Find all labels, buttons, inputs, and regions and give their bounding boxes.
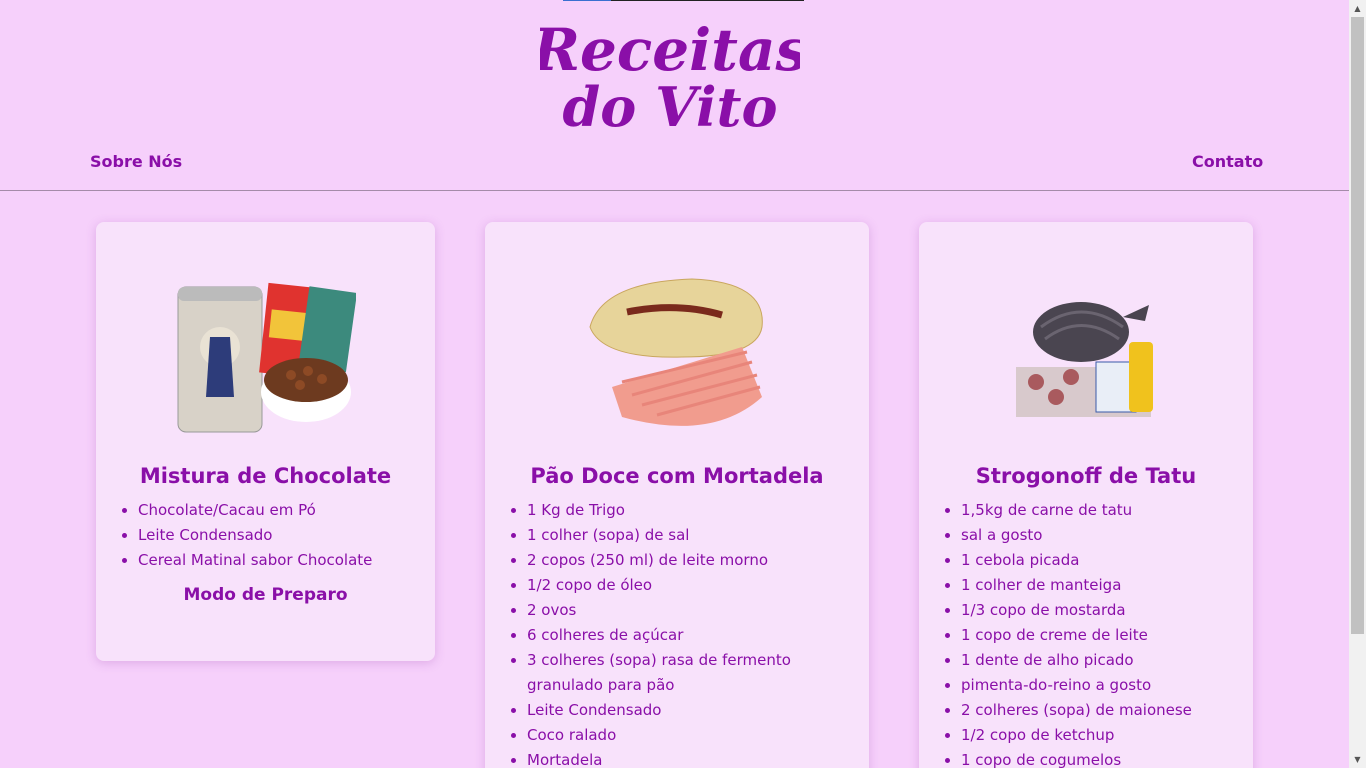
ingredient-list: 1,5kg de carne de tatu sal a gosto 1 ceb… <box>961 498 1246 768</box>
recipe-title: Strogonoff de Tatu <box>975 464 1197 488</box>
page-scrollbar[interactable]: ▲ ▼ <box>1349 0 1366 768</box>
nav-contact-link[interactable]: Contato <box>1192 152 1263 171</box>
scroll-down-arrow-icon[interactable]: ▼ <box>1349 751 1366 768</box>
method-heading[interactable]: Modo de Preparo <box>96 585 435 605</box>
svg-text:Receitas: Receitas <box>540 16 800 84</box>
list-item: Leite Condensado <box>138 523 428 548</box>
list-item: Leite Condensado <box>527 698 847 723</box>
chocolate-products-icon <box>96 272 435 442</box>
list-item: Coco ralado <box>527 723 847 748</box>
list-item: Cereal Matinal sabor Chocolate <box>138 548 428 573</box>
header-divider <box>0 190 1349 191</box>
ingredient-list: 1 Kg de Trigo 1 colher (sopa) de sal 2 c… <box>527 498 847 768</box>
list-item: 1/3 copo de mostarda <box>961 598 1246 623</box>
list-item: 1 copo de creme de leite <box>961 623 1246 648</box>
list-item: 1 colher (sopa) de sal <box>527 523 847 548</box>
list-item: sal a gosto <box>961 523 1246 548</box>
list-item: 3 colheres (sopa) rasa de fermento granu… <box>527 648 847 698</box>
top-progress-line <box>563 0 804 1</box>
recipe-card-tatu: Strogonoff de Tatu 1,5kg de carne de tat… <box>919 222 1253 768</box>
nav-about-link[interactable]: Sobre Nós <box>90 152 182 171</box>
list-item: 1,5kg de carne de tatu <box>961 498 1246 523</box>
list-item: 1 Kg de Trigo <box>527 498 847 523</box>
list-item: 2 colheres (sopa) de maionese <box>961 698 1246 723</box>
list-item: 2 ovos <box>527 598 847 623</box>
recipe-card-chocolate: Mistura de Chocolate Chocolate/Cacau em … <box>96 222 435 661</box>
scroll-up-arrow-icon[interactable]: ▲ <box>1349 0 1366 17</box>
svg-text:do Vito: do Vito <box>563 75 778 133</box>
recipe-title: Mistura de Chocolate <box>139 464 392 488</box>
bread-mortadella-icon <box>485 272 869 442</box>
list-item: 1 cebola picada <box>961 548 1246 573</box>
list-item: 1/2 copo de ketchup <box>961 723 1246 748</box>
ingredient-list: Chocolate/Cacau em Pó Leite Condensado C… <box>138 498 428 573</box>
list-item: 1 copo de cogumelos <box>961 748 1246 768</box>
list-item: pimenta-do-reino a gosto <box>961 673 1246 698</box>
list-item: 2 copos (250 ml) de leite morno <box>527 548 847 573</box>
scrollbar-thumb[interactable] <box>1351 17 1364 634</box>
list-item: 1 dente de alho picado <box>961 648 1246 673</box>
list-item: 1/2 copo de óleo <box>527 573 847 598</box>
list-item: 6 colheres de açúcar <box>527 623 847 648</box>
list-item: Chocolate/Cacau em Pó <box>138 498 428 523</box>
recipe-title: Pão Doce com Mortadela <box>530 464 824 488</box>
list-item: 1 colher de manteiga <box>961 573 1246 598</box>
armadillo-ingredients-icon <box>919 272 1253 442</box>
list-item: Mortadela <box>527 748 847 768</box>
recipe-card-mortadella: Pão Doce com Mortadela 1 Kg de Trigo 1 c… <box>485 222 869 768</box>
site-logo[interactable]: Receitas do Vito <box>530 8 808 139</box>
